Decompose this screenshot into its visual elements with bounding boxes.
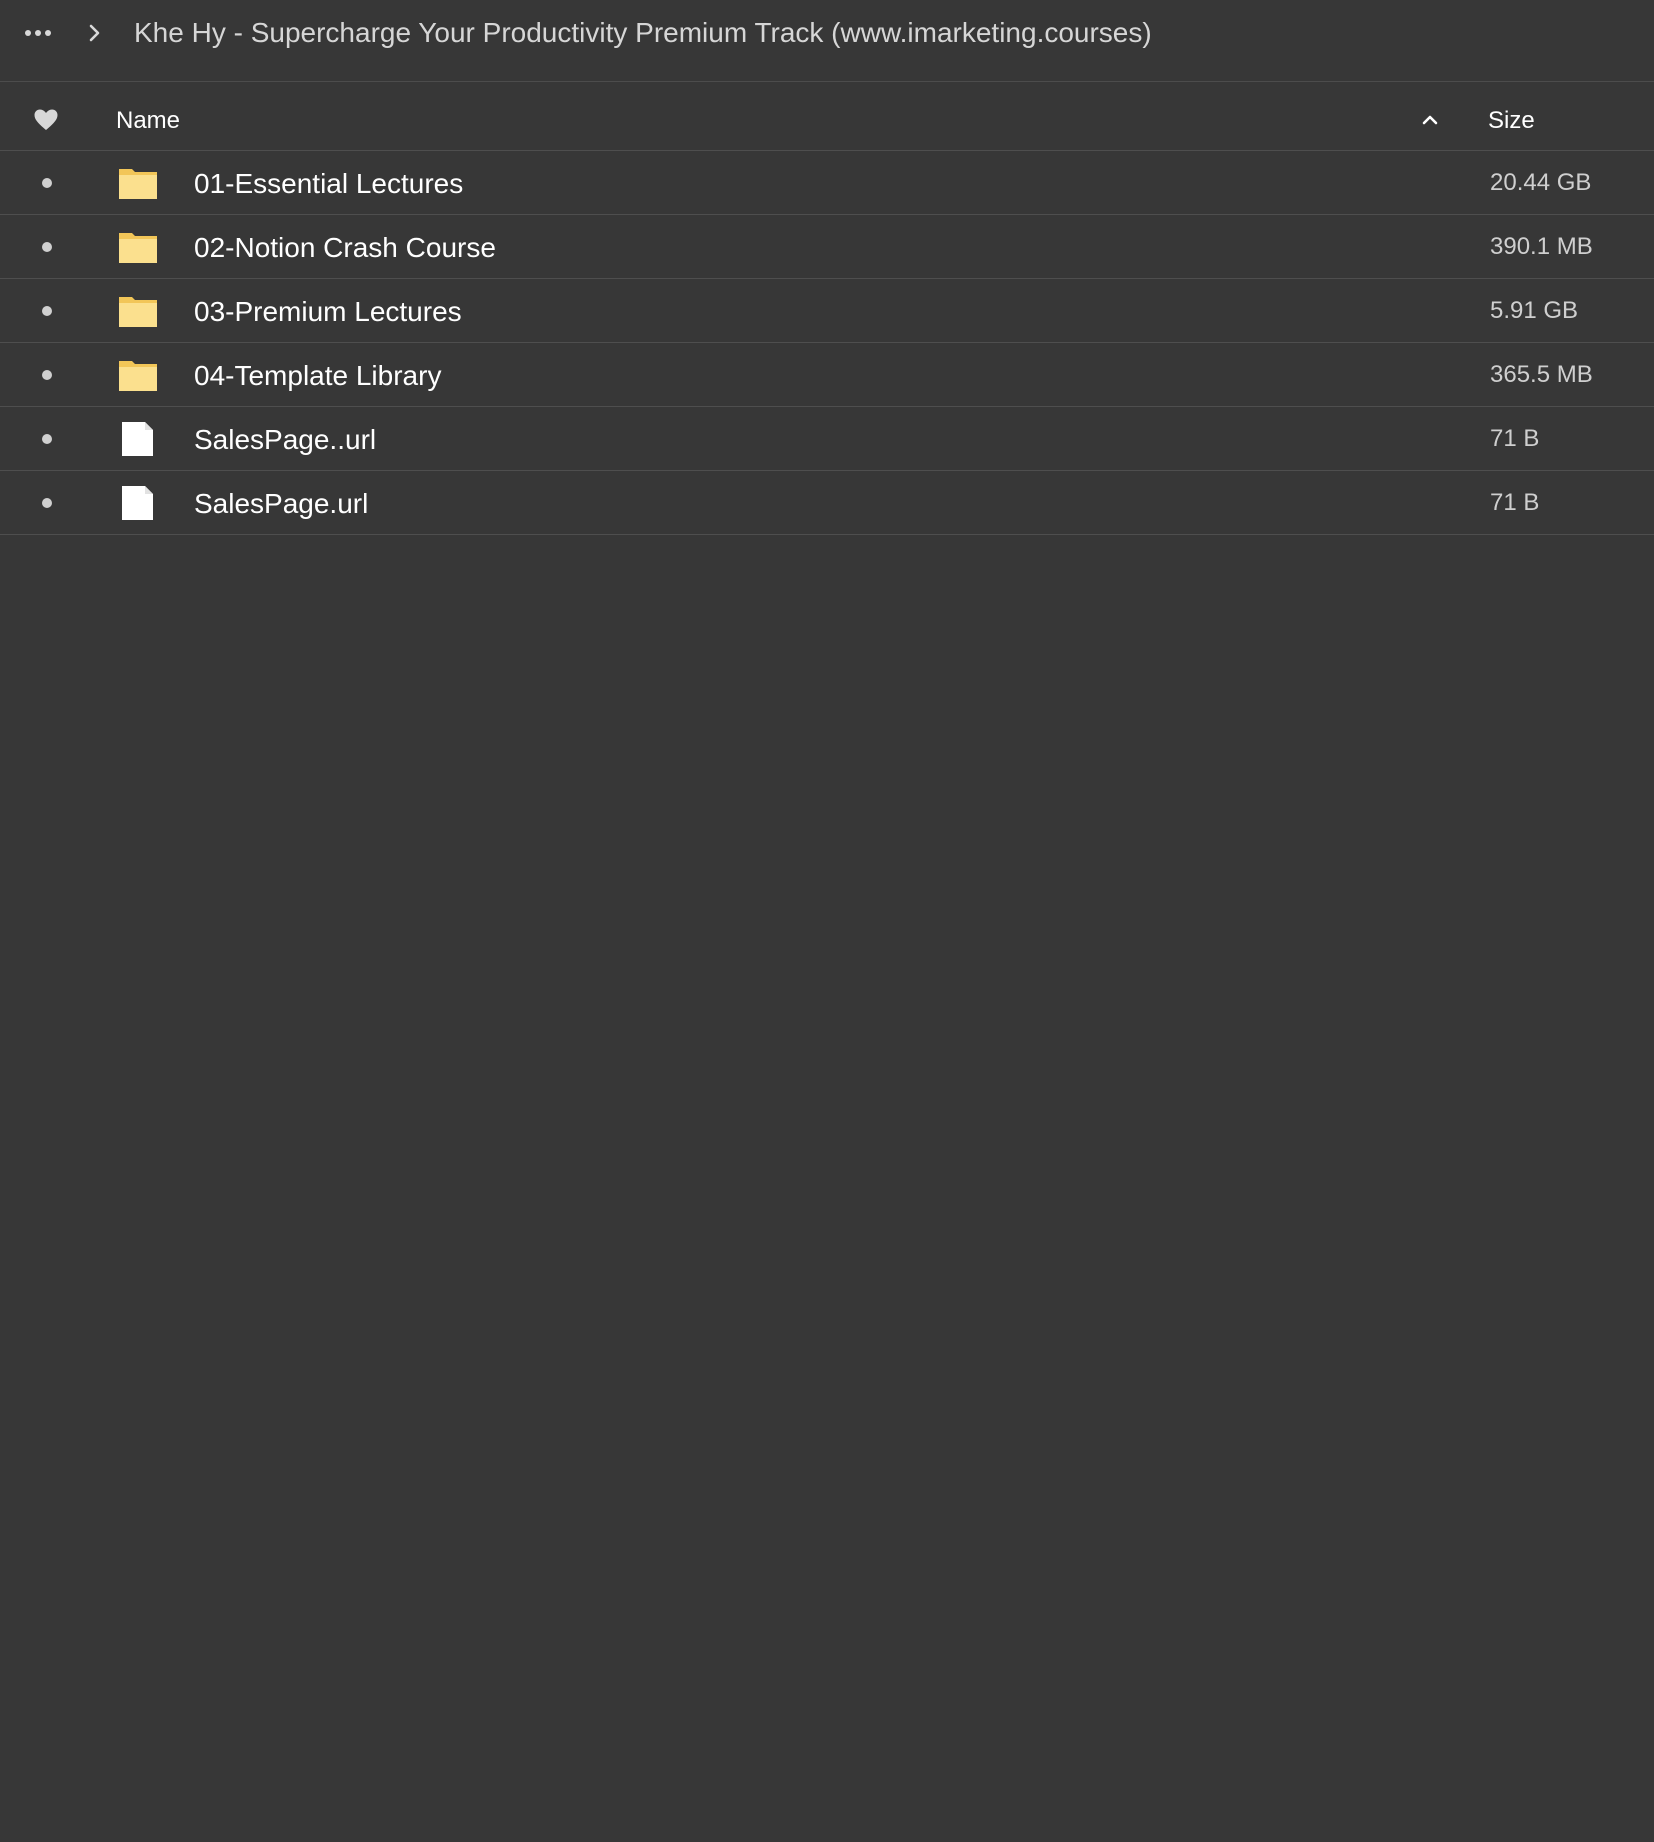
bullet-icon (42, 242, 52, 252)
table-header: Name Size (0, 90, 1654, 151)
table-row[interactable]: 04-Template Library 365.5 MB (0, 343, 1654, 407)
item-size: 71 B (1490, 489, 1540, 516)
table-row[interactable]: SalesPage..url 71 B (0, 407, 1654, 471)
file-icon (118, 485, 158, 521)
chevron-up-icon[interactable] (1418, 108, 1442, 132)
table-row[interactable]: 01-Essential Lectures 20.44 GB (0, 151, 1654, 215)
item-name: 04-Template Library (194, 360, 442, 391)
chevron-right-icon (84, 19, 106, 47)
bullet-icon (42, 306, 52, 316)
heart-icon[interactable] (33, 108, 59, 132)
file-list: 01-Essential Lectures 20.44 GB 02-Notion… (0, 151, 1654, 535)
table-row[interactable]: 02-Notion Crash Course 390.1 MB (0, 215, 1654, 279)
table-row[interactable]: SalesPage.url 71 B (0, 471, 1654, 535)
item-size: 390.1 MB (1490, 233, 1593, 260)
folder-icon (118, 229, 158, 265)
file-icon (118, 421, 158, 457)
folder-icon (118, 165, 158, 201)
bullet-icon (42, 178, 52, 188)
item-size: 20.44 GB (1490, 169, 1592, 196)
folder-icon (118, 357, 158, 393)
item-name: 03-Premium Lectures (194, 296, 462, 327)
item-name: 01-Essential Lectures (194, 168, 464, 199)
item-name: 02-Notion Crash Course (194, 232, 496, 263)
table-row[interactable]: 03-Premium Lectures 5.91 GB (0, 279, 1654, 343)
item-name: SalesPage.url (194, 488, 369, 519)
bullet-icon (42, 370, 52, 380)
breadcrumb-bar: Khe Hy - Supercharge Your Productivity P… (0, 0, 1654, 82)
bullet-icon (42, 498, 52, 508)
item-size: 71 B (1490, 425, 1540, 452)
folder-icon (118, 293, 158, 329)
size-column-header[interactable]: Size (1488, 105, 1535, 137)
item-name: SalesPage..url (194, 424, 377, 455)
bullet-icon (42, 434, 52, 444)
ellipsis-icon[interactable] (20, 16, 56, 50)
item-size: 365.5 MB (1490, 361, 1593, 388)
breadcrumb-current-folder[interactable]: Khe Hy - Supercharge Your Productivity P… (134, 14, 1152, 52)
item-size: 5.91 GB (1490, 297, 1579, 324)
name-column-header[interactable]: Name (116, 105, 180, 137)
